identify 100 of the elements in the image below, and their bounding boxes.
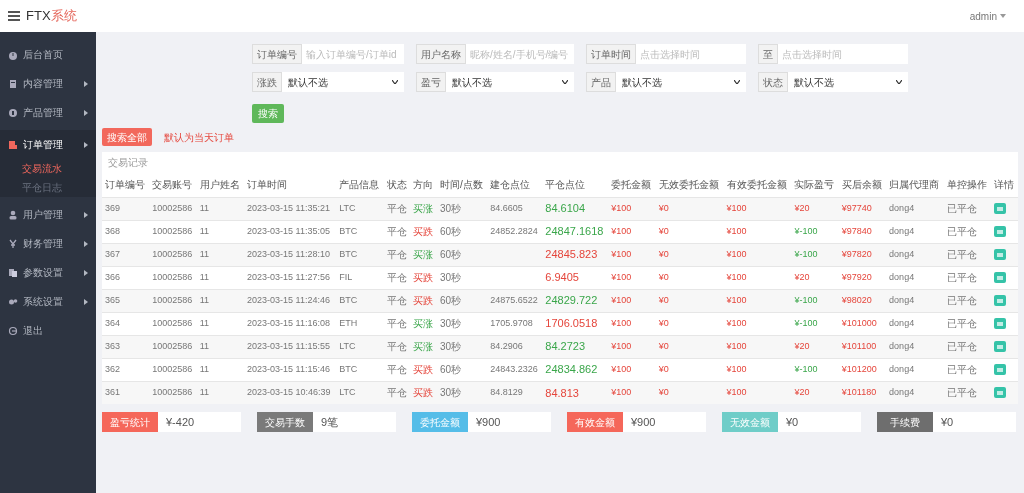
table-cell: ¥20	[794, 202, 810, 213]
table-cell: 84.813	[545, 386, 579, 399]
column-header: 订单编号	[105, 179, 145, 190]
sidebar-item[interactable]: 内容管理	[0, 69, 96, 98]
table-cell: ¥100	[611, 225, 632, 236]
sidebar-item[interactable]: 退出	[0, 316, 96, 345]
table-cell: dong4	[889, 317, 915, 328]
details-button[interactable]	[994, 295, 1007, 306]
table-cell: 362	[105, 363, 121, 374]
table-cell: 24834.862	[545, 363, 598, 376]
field-label: 涨跌	[252, 72, 282, 92]
exit-icon	[8, 325, 18, 336]
table-cell: ¥100	[726, 294, 747, 305]
table-cell: ¥100	[726, 271, 747, 282]
table-cell: 24875.6522	[490, 294, 538, 305]
table-cell: ¥100	[611, 294, 632, 305]
table-cell: 买跌	[413, 271, 434, 283]
table-cell: ¥101200	[841, 363, 877, 374]
details-button[interactable]	[994, 272, 1007, 283]
table-cell: ¥100	[726, 248, 747, 259]
table-cell: LTC	[339, 202, 356, 213]
table-cell: ¥20	[794, 271, 810, 282]
table-cell: 平仓	[386, 225, 407, 237]
summary-value: ¥0	[785, 414, 800, 430]
table-cell: ¥-100	[794, 317, 818, 328]
details-button[interactable]	[994, 203, 1007, 214]
sidebar-item[interactable]: 参数设置	[0, 258, 96, 287]
sidebar-item[interactable]: 后台首页	[0, 40, 96, 69]
table-cell: 11	[199, 271, 210, 282]
summary-value: ¥900	[475, 414, 502, 430]
table-cell: ¥0	[658, 317, 669, 328]
table-cell: dong4	[889, 340, 915, 351]
table-cell: 已平仓	[946, 248, 977, 260]
details-button[interactable]	[994, 364, 1007, 375]
column-header: 有效委托金额	[726, 179, 787, 190]
table-cell: 1705.9708	[490, 317, 533, 328]
sidebar-item[interactable]: 产品管理	[0, 98, 96, 127]
table-cell: ¥101000	[841, 317, 877, 328]
table-cell: dong4	[889, 363, 915, 374]
table-cell: 24847.1618	[545, 225, 604, 238]
table-cell: 已平仓	[946, 271, 977, 283]
select-field[interactable]: 默认不选	[282, 72, 404, 92]
table-cell: 366	[105, 271, 121, 282]
sidebar-item[interactable]: 财务管理	[0, 229, 96, 258]
table-cell: BTC	[339, 294, 358, 305]
details-button[interactable]	[994, 226, 1007, 237]
copy-icon	[8, 267, 18, 278]
user-menu[interactable]: admin	[969, 8, 1006, 24]
table-cell: 买跌	[413, 294, 434, 306]
table-cell: 已平仓	[946, 202, 977, 214]
caret-icon	[392, 80, 398, 84]
table-cell: 10002586	[152, 202, 193, 213]
table-cell: 11	[199, 225, 210, 236]
table-cell: ¥97840	[841, 225, 872, 236]
table-cell: 平仓	[386, 317, 407, 329]
table-cell: 2023-03-15 11:35:05	[247, 225, 330, 236]
sidebar-subitem[interactable]: 交易流水	[0, 159, 96, 178]
select-field[interactable]: 默认不选	[446, 72, 574, 92]
table-cell: 11	[199, 387, 210, 397]
table-cell: ¥101100	[841, 340, 877, 351]
field-label: 盈亏	[416, 72, 446, 92]
sidebar-item[interactable]: 用户管理	[0, 200, 96, 229]
table-cell: FIL	[339, 271, 353, 282]
table-cell: 2023-03-15 11:35:21	[247, 202, 330, 213]
table-cell: 买涨	[413, 317, 434, 329]
table-cell: 10002586	[152, 340, 193, 351]
menu-icon[interactable]	[8, 11, 20, 21]
details-button[interactable]	[994, 318, 1007, 329]
summary-label: 盈亏统计	[102, 412, 158, 432]
table-cell: ETH	[339, 317, 358, 328]
column-header: 无效委托金额	[658, 179, 719, 190]
field-label: 用户名称	[416, 44, 466, 64]
table-cell: ¥0	[658, 340, 669, 351]
table-cell: ¥-100	[794, 248, 818, 259]
table-cell: dong4	[889, 225, 915, 236]
table-cell: ¥0	[658, 248, 669, 259]
file-icon	[8, 139, 18, 150]
table-cell: 60秒	[440, 363, 462, 375]
table-cell: 买跌	[413, 225, 434, 237]
table-cell: 11	[199, 248, 210, 259]
table-cell: 2023-03-15 11:15:46	[247, 363, 330, 374]
table-cell: ¥20	[794, 387, 810, 397]
select-field[interactable]: 默认不选	[788, 72, 908, 92]
column-header: 实际盈亏	[794, 179, 835, 190]
summary-label: 无效金额	[722, 412, 778, 432]
column-header: 时间/点数	[440, 179, 483, 190]
details-button[interactable]	[994, 387, 1007, 399]
details-button[interactable]	[994, 249, 1007, 260]
table-cell: 30秒	[440, 202, 462, 214]
table-cell: ¥100	[611, 271, 632, 282]
table-cell: dong4	[889, 271, 915, 282]
column-header: 交易账号	[152, 179, 193, 190]
table-cell: 84.6104	[545, 202, 586, 215]
details-button[interactable]	[994, 341, 1007, 352]
table-cell: 2023-03-15 11:27:56	[247, 271, 330, 282]
sidebar-item[interactable]: 系统设置	[0, 287, 96, 316]
table-cell: ¥100	[611, 248, 632, 259]
table-cell: ¥100	[611, 317, 632, 328]
sidebar-item[interactable]: 订单管理	[0, 130, 96, 159]
select-field[interactable]: 默认不选	[616, 72, 746, 92]
